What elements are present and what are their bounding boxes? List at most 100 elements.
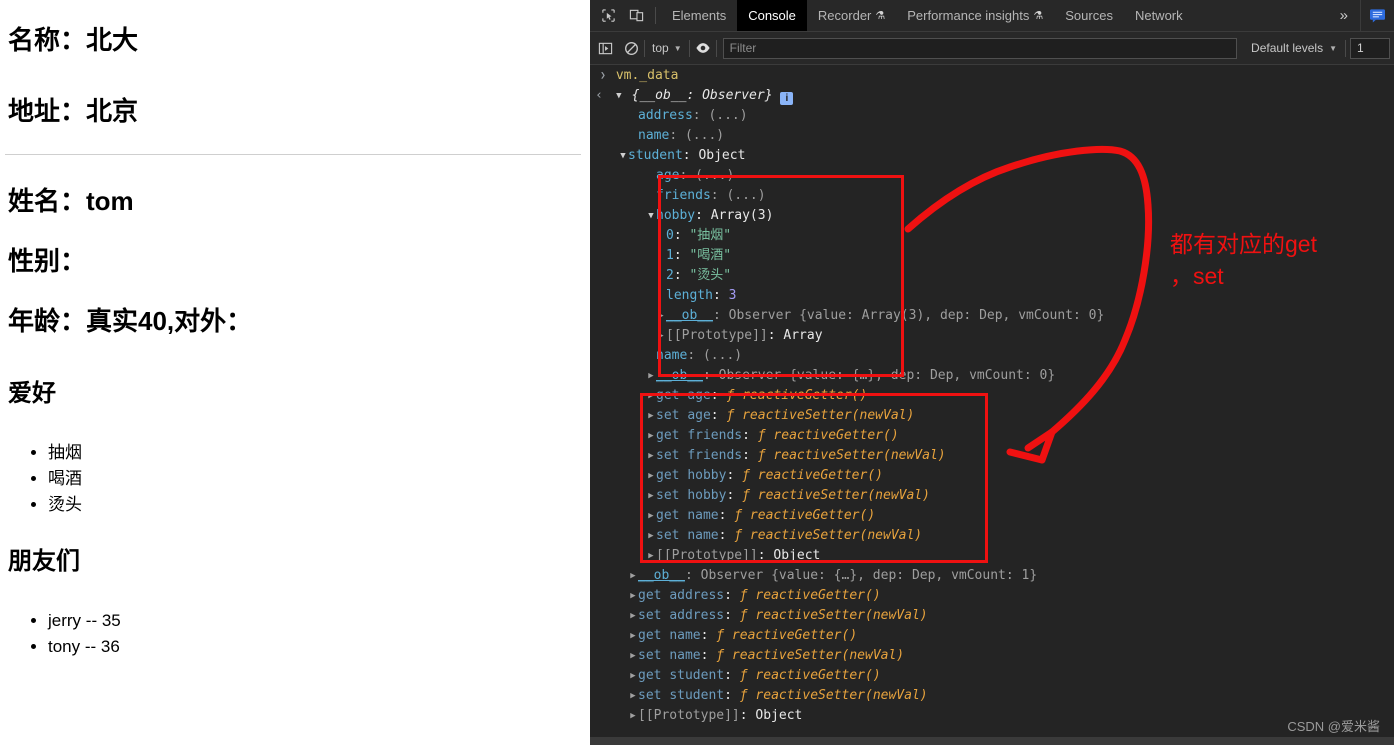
console-accessor-set-hobby[interactable]: ▶ set hobby: ƒ reactiveSetter(newVal) <box>590 486 1394 506</box>
console-prop-age[interactable]: age: (...) <box>590 166 1394 186</box>
chevron-right-icon[interactable]: ▶ <box>656 306 666 326</box>
console-prop-ob-root[interactable]: ▶ __ob__: Observer {value: {…}, dep: Dep,… <box>590 566 1394 586</box>
chevron-right-icon[interactable]: ▶ <box>646 486 656 506</box>
info-icon[interactable]: i <box>780 92 794 105</box>
flask-icon: ⚗ <box>1033 10 1044 22</box>
clear-console-icon[interactable] <box>618 35 644 61</box>
chevron-right-icon[interactable]: ▶ <box>628 606 638 626</box>
accessor-value: ƒ reactiveSetter(newVal) <box>716 648 905 663</box>
console-accessor-get-root-name[interactable]: ▶ get name: ƒ reactiveGetter() <box>590 626 1394 646</box>
console-accessor-get-address[interactable]: ▶ get address: ƒ reactiveGetter() <box>590 586 1394 606</box>
console-result-row[interactable]: ‹ ▼ {__ob__: Observer} i <box>590 86 1394 106</box>
chevron-right-icon[interactable]: ▶ <box>628 566 638 586</box>
tab-recorder[interactable]: Recorder ⚗ <box>807 0 896 31</box>
accessor-value: ƒ reactiveGetter() <box>716 628 858 643</box>
console-accessor-set-student[interactable]: ▶ set student: ƒ reactiveSetter(newVal) <box>590 686 1394 706</box>
chevron-down-icon[interactable]: ▼ <box>646 206 656 226</box>
console-prop-student[interactable]: ▼ student: Object <box>590 146 1394 166</box>
accessor-value: ƒ reactiveGetter() <box>742 468 883 483</box>
chevron-right-icon[interactable]: ▶ <box>646 406 656 426</box>
prop-key[interactable]: __ob__ <box>638 568 685 583</box>
issues-icon[interactable] <box>1360 0 1394 31</box>
console-accessor-get-hobby[interactable]: ▶ get hobby: ƒ reactiveGetter() <box>590 466 1394 486</box>
chevron-right-icon[interactable]: ▶ <box>646 386 656 406</box>
chevron-right-icon[interactable]: ▶ <box>628 706 638 726</box>
accessor-kind: get <box>638 628 662 643</box>
chevron-right-icon[interactable]: ▶ <box>628 686 638 706</box>
execution-context-select[interactable]: top ▼ <box>645 41 689 55</box>
tab-console[interactable]: Console <box>737 0 807 31</box>
prop-key[interactable]: __ob__ <box>656 368 703 383</box>
bottom-strip <box>590 737 1394 745</box>
chevron-right-icon[interactable]: ▶ <box>646 446 656 466</box>
prop-value: Object <box>773 548 821 563</box>
page-text-student-name: 姓名：tom <box>8 186 134 216</box>
live-expression-icon[interactable] <box>690 35 716 61</box>
chevron-right-icon[interactable]: ▶ <box>646 426 656 446</box>
chevron-right-icon[interactable]: ▶ <box>628 626 638 646</box>
chevron-right-icon[interactable]: ▶ <box>656 326 666 346</box>
prop-key: name <box>638 128 670 143</box>
list-item: 抽烟 <box>48 440 82 466</box>
filter-input[interactable] <box>722 37 1238 59</box>
console-prop-student-name[interactable]: name: (...) <box>590 346 1394 366</box>
console-prop-ob-array[interactable]: ▶ __ob__: Observer {value: Array(3), dep:… <box>590 306 1394 326</box>
accessor-value: ƒ reactiveGetter() <box>726 388 868 403</box>
tab-network[interactable]: Network <box>1124 0 1194 31</box>
prop-value[interactable]: (...) <box>703 348 742 363</box>
console-accessor-get-student[interactable]: ▶ get student: ƒ reactiveGetter() <box>590 666 1394 686</box>
accessor-kind: get <box>656 388 680 403</box>
accessor-value: ƒ reactiveSetter(newVal) <box>742 488 930 503</box>
console-command-row[interactable]: ❯ vm._data <box>590 66 1394 86</box>
inspect-element-icon[interactable] <box>594 0 622 31</box>
console-accessor-get-friends[interactable]: ▶ get friends: ƒ reactiveGetter() <box>590 426 1394 446</box>
chevron-right-icon[interactable]: ▶ <box>646 546 656 566</box>
more-tabs-icon[interactable]: » <box>1328 0 1360 31</box>
chevron-down-icon[interactable]: ▼ <box>614 86 624 106</box>
console-prop-address[interactable]: address: (...) <box>590 106 1394 126</box>
prop-value[interactable]: (...) <box>708 108 747 123</box>
console-prop-prototype-root[interactable]: ▶ [[Prototype]]: Object <box>590 706 1394 726</box>
chevron-right-icon[interactable]: ▶ <box>646 506 656 526</box>
console-prop-friends[interactable]: friends: (...) <box>590 186 1394 206</box>
prop-value[interactable]: (...) <box>695 168 734 183</box>
console-accessor-set-address[interactable]: ▶ set address: ƒ reactiveSetter(newVal) <box>590 606 1394 626</box>
log-levels-select[interactable]: Default levels ▼ <box>1243 41 1345 55</box>
console-prop-hobby[interactable]: ▼ hobby: Array(3) <box>590 206 1394 226</box>
chevron-down-icon[interactable]: ▼ <box>618 146 628 166</box>
console-accessor-set-friends[interactable]: ▶ set friends: ƒ reactiveSetter(newVal) <box>590 446 1394 466</box>
prop-value[interactable]: (...) <box>726 188 765 203</box>
device-toolbar-icon[interactable] <box>622 0 650 31</box>
chevron-right-icon[interactable]: ▶ <box>628 666 638 686</box>
chevron-right-icon[interactable]: ▶ <box>646 526 656 546</box>
console-accessor-set-root-name[interactable]: ▶ set name: ƒ reactiveSetter(newVal) <box>590 646 1394 666</box>
console-prop-name[interactable]: name: (...) <box>590 126 1394 146</box>
chevron-down-icon: ▼ <box>673 43 682 53</box>
console-prop-prototype-student[interactable]: ▶ [[Prototype]]: Object <box>590 546 1394 566</box>
console-accessor-get-age[interactable]: ▶ get age: ƒ reactiveGetter() <box>590 386 1394 406</box>
console-accessor-set-name[interactable]: ▶ set name: ƒ reactiveSetter(newVal) <box>590 526 1394 546</box>
tab-sources[interactable]: Sources <box>1054 0 1124 31</box>
accessor-value: ƒ reactiveSetter(newVal) <box>734 528 923 543</box>
console-command-text: vm._data <box>615 68 679 83</box>
console-prop-prototype-array[interactable]: ▶ [[Prototype]]: Array <box>590 326 1394 346</box>
accessor-key: age <box>687 408 711 423</box>
console-sidebar-icon[interactable] <box>592 35 618 61</box>
accessor-key: friends <box>687 448 743 463</box>
prop-key[interactable]: __ob__ <box>666 308 713 323</box>
console-output[interactable]: ❯ vm._data ‹ ▼ {__ob__: Observer} i addr… <box>590 66 1394 745</box>
chevron-right-icon[interactable]: ▶ <box>628 586 638 606</box>
tab-elements[interactable]: Elements <box>661 0 737 31</box>
tab-performance-insights[interactable]: Performance insights ⚗ <box>896 0 1054 31</box>
tab-label: Network <box>1134 8 1183 23</box>
console-prop-ob-student[interactable]: ▶ __ob__: Observer {value: {…}, dep: Dep,… <box>590 366 1394 386</box>
console-accessor-set-age[interactable]: ▶ set age: ƒ reactiveSetter(newVal) <box>590 406 1394 426</box>
console-accessor-get-name[interactable]: ▶ get name: ƒ reactiveGetter() <box>590 506 1394 526</box>
chevron-right-icon[interactable]: ▶ <box>646 366 656 386</box>
accessor-kind: get <box>656 468 680 483</box>
chevron-right-icon[interactable]: ▶ <box>646 466 656 486</box>
list-item: 烫头 <box>48 492 82 518</box>
prop-value[interactable]: (...) <box>685 128 724 143</box>
chevron-right-icon[interactable]: ▶ <box>628 646 638 666</box>
issue-count-badge[interactable]: 1 <box>1350 37 1390 59</box>
